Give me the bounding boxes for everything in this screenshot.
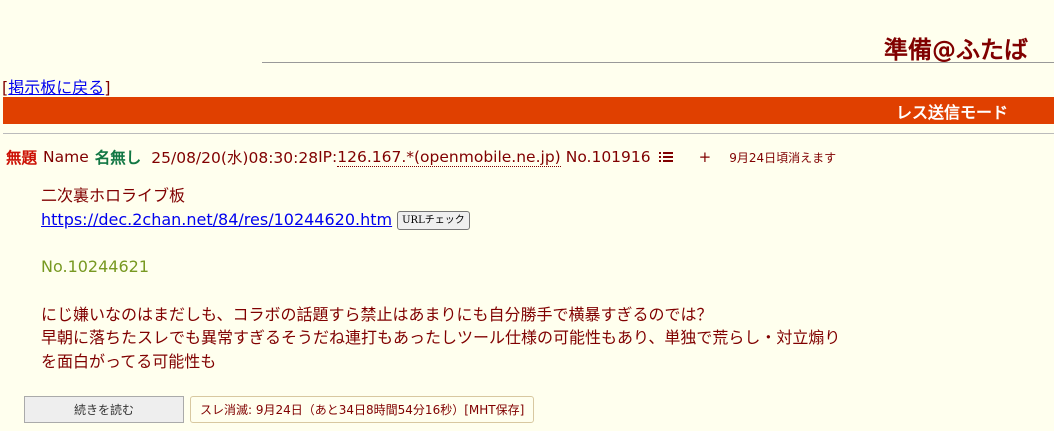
name-label: Name [43,148,89,166]
post-header: 無題 Name 名無し 25/08/20(水)08:30:28 IP: 126.… [6,146,836,168]
back-link-container: [掲示板に戻る] [2,74,111,98]
ip-host[interactable]: 126.167.*(openmobile.ne.jp) [337,148,561,167]
poster-name: 名無し [94,149,142,167]
body-line: 二次裏ホロライブ板 [41,186,186,205]
url-check-button[interactable]: URLチェック [397,210,470,230]
post-menu-icon[interactable] [658,151,673,163]
post-number[interactable]: No.101916 [566,148,651,166]
body-line: を面白がってる可能性も [41,351,217,371]
post-body: 二次裏ホロライブ板 https://dec.2chan.net/84/res/1… [41,184,840,373]
ip-label: IP: [318,148,338,166]
bracket-close: ] [104,78,111,97]
expire-note: 9月24日頃消えます [729,150,837,165]
reply-mode-label: レス送信モード [895,102,1008,122]
header-divider [262,62,1054,63]
reply-mode-bar: レス送信モード [3,97,1054,124]
board-title: 準備@ふたば [884,36,1028,64]
body-line: 早朝に落ちたスレでも異常すぎるそうだね連打もあったしツール仕様の可能性もあり、単… [41,328,841,347]
post-divider [3,133,1054,134]
post-subject: 無題 [6,149,38,167]
thread-footer: 続きを読む スレ消滅: 9月24日（あと34日8時間54分16秒）[MHT保存] [24,396,535,423]
post-date: 25/08/20(水)08:30:28 [151,149,319,167]
body-url-line: https://dec.2chan.net/84/res/10244620.ht… [41,208,840,232]
thread-expiry-info: スレ消滅: 9月24日（あと34日8時間54分16秒）[MHT保存] [190,396,535,423]
quote-reference[interactable]: No.10244621 [41,255,840,279]
thread-url-link[interactable]: https://dec.2chan.net/84/res/10244620.ht… [41,210,392,229]
read-more-button[interactable]: 続きを読む [24,396,184,423]
plus-button[interactable]: + [699,148,712,166]
body-line: にじ嫌いなのはまだしも、コラボの話題すら禁止はあまりにも自分勝手で横暴すぎるので… [41,304,713,324]
back-to-board-link[interactable]: 掲示板に戻る [8,78,104,97]
